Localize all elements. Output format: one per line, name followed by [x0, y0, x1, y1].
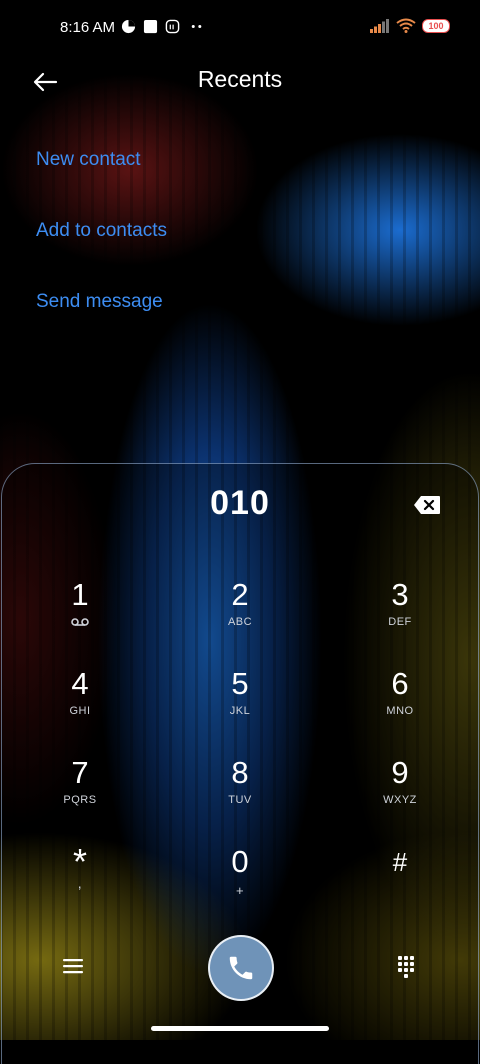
voicemail-icon: [71, 618, 89, 626]
app-bar: Recents: [0, 56, 480, 108]
key-8[interactable]: 8 TUV: [185, 754, 295, 834]
key-digit: 4: [71, 666, 89, 701]
key-letters: MNO: [386, 705, 414, 717]
signal-icon: [370, 18, 389, 33]
home-indicator[interactable]: [151, 1026, 329, 1031]
add-to-contacts-link[interactable]: Add to contacts: [36, 211, 167, 282]
key-1[interactable]: 1: [25, 576, 135, 656]
key-digit: 8: [231, 755, 249, 790]
key-digit: 7: [71, 755, 89, 790]
key-star[interactable]: * ,: [25, 843, 135, 923]
key-digit: 6: [391, 666, 409, 701]
mi-icon: [165, 19, 180, 34]
key-hash[interactable]: #: [345, 843, 455, 923]
notification-square-icon: [143, 19, 158, 34]
key-digit: 5: [231, 666, 249, 701]
key-letters: JKL: [229, 705, 251, 717]
number-actions: New contact Add to contacts Send message: [36, 140, 167, 353]
key-digit: 9: [391, 755, 409, 790]
call-button[interactable]: [208, 935, 274, 1001]
status-bar: 8:16 AM 100: [0, 0, 480, 56]
send-message-link[interactable]: Send message: [36, 282, 167, 353]
key-letters: ABC: [227, 616, 253, 628]
page-title: Recents: [197, 66, 283, 92]
key-letters: PQRS: [63, 794, 97, 806]
phone-icon: [229, 956, 253, 980]
key-digit: 3: [391, 577, 409, 612]
key-3[interactable]: 3 DEF: [345, 576, 455, 656]
key-6[interactable]: 6 MNO: [345, 665, 455, 745]
key-letters: ,: [77, 875, 83, 891]
key-digit: 2: [231, 577, 249, 612]
key-letters: GHI: [69, 705, 91, 717]
key-letters: DEF: [388, 616, 412, 628]
key-digit: 0: [231, 844, 249, 879]
key-letters: WXYZ: [383, 794, 417, 806]
new-contact-link[interactable]: New contact: [36, 140, 167, 211]
status-time: 8:16 AM: [60, 19, 116, 36]
backspace-icon[interactable]: [413, 494, 441, 516]
battery-icon: 100: [422, 18, 450, 33]
menu-icon[interactable]: [60, 955, 86, 977]
key-5[interactable]: 5 JKL: [185, 665, 295, 745]
key-digit: 1: [71, 577, 89, 612]
dialpad-icon[interactable]: [396, 954, 416, 978]
dialed-number: 010: [210, 484, 270, 522]
key-0[interactable]: 0 +: [185, 843, 295, 923]
more-notifications-icon: [191, 25, 202, 28]
key-7[interactable]: 7 PQRS: [25, 754, 135, 834]
key-letters: TUV: [228, 794, 252, 806]
key-2[interactable]: 2 ABC: [185, 576, 295, 656]
wifi-icon: [396, 18, 416, 33]
key-letters: +: [235, 883, 245, 898]
notification-icon: [121, 19, 136, 34]
key-4[interactable]: 4 GHI: [25, 665, 135, 745]
key-digit: #: [392, 847, 408, 877]
key-9[interactable]: 9 WXYZ: [345, 754, 455, 834]
